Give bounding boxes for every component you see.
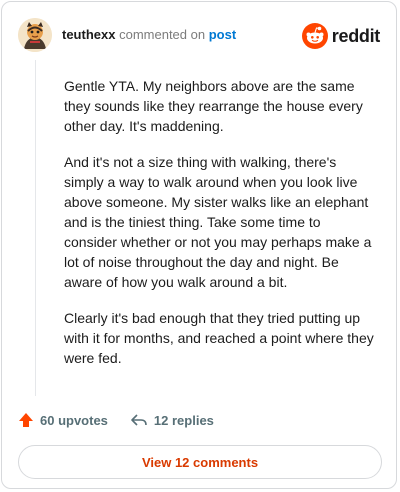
reply-arrow-icon	[131, 414, 147, 426]
comment-paragraph: Clearly it's bad enough that they tried …	[64, 310, 374, 366]
snoo-avatar-icon	[18, 18, 52, 52]
brand-wordmark: reddit	[331, 25, 381, 46]
user-avatar[interactable]	[18, 18, 52, 52]
view-comments-button[interactable]: View 12 comments	[18, 445, 382, 479]
replies-button[interactable]: 12 replies	[130, 412, 214, 428]
post-link[interactable]: post	[209, 27, 236, 42]
reply-count: 12 replies	[153, 412, 214, 428]
reddit-brand[interactable]: reddit	[301, 22, 381, 50]
upvote-count: 60 upvotes	[40, 412, 108, 428]
comment-header: teuthexx commented on post reddit	[18, 18, 380, 52]
commented-on-label: commented on	[119, 27, 206, 42]
comment-card: teuthexx commented on post reddit Gentle…	[1, 1, 397, 489]
thread-line	[35, 60, 36, 396]
upvote-button[interactable]: 60 upvotes	[18, 412, 108, 428]
comment-actions: 60 upvotes 12 replies	[18, 408, 236, 432]
upvote-arrow-icon	[19, 413, 33, 427]
comment-body: Gentle YTA. My neighbors above are the s…	[64, 76, 376, 384]
username-link[interactable]: teuthexx	[62, 27, 115, 42]
comment-byline: teuthexx commented on post	[62, 27, 236, 43]
comment-paragraph: And it's not a size thing with walking, …	[64, 154, 372, 290]
comment-paragraph: Gentle YTA. My neighbors above are the s…	[64, 78, 363, 134]
reddit-logo-icon	[301, 23, 328, 49]
